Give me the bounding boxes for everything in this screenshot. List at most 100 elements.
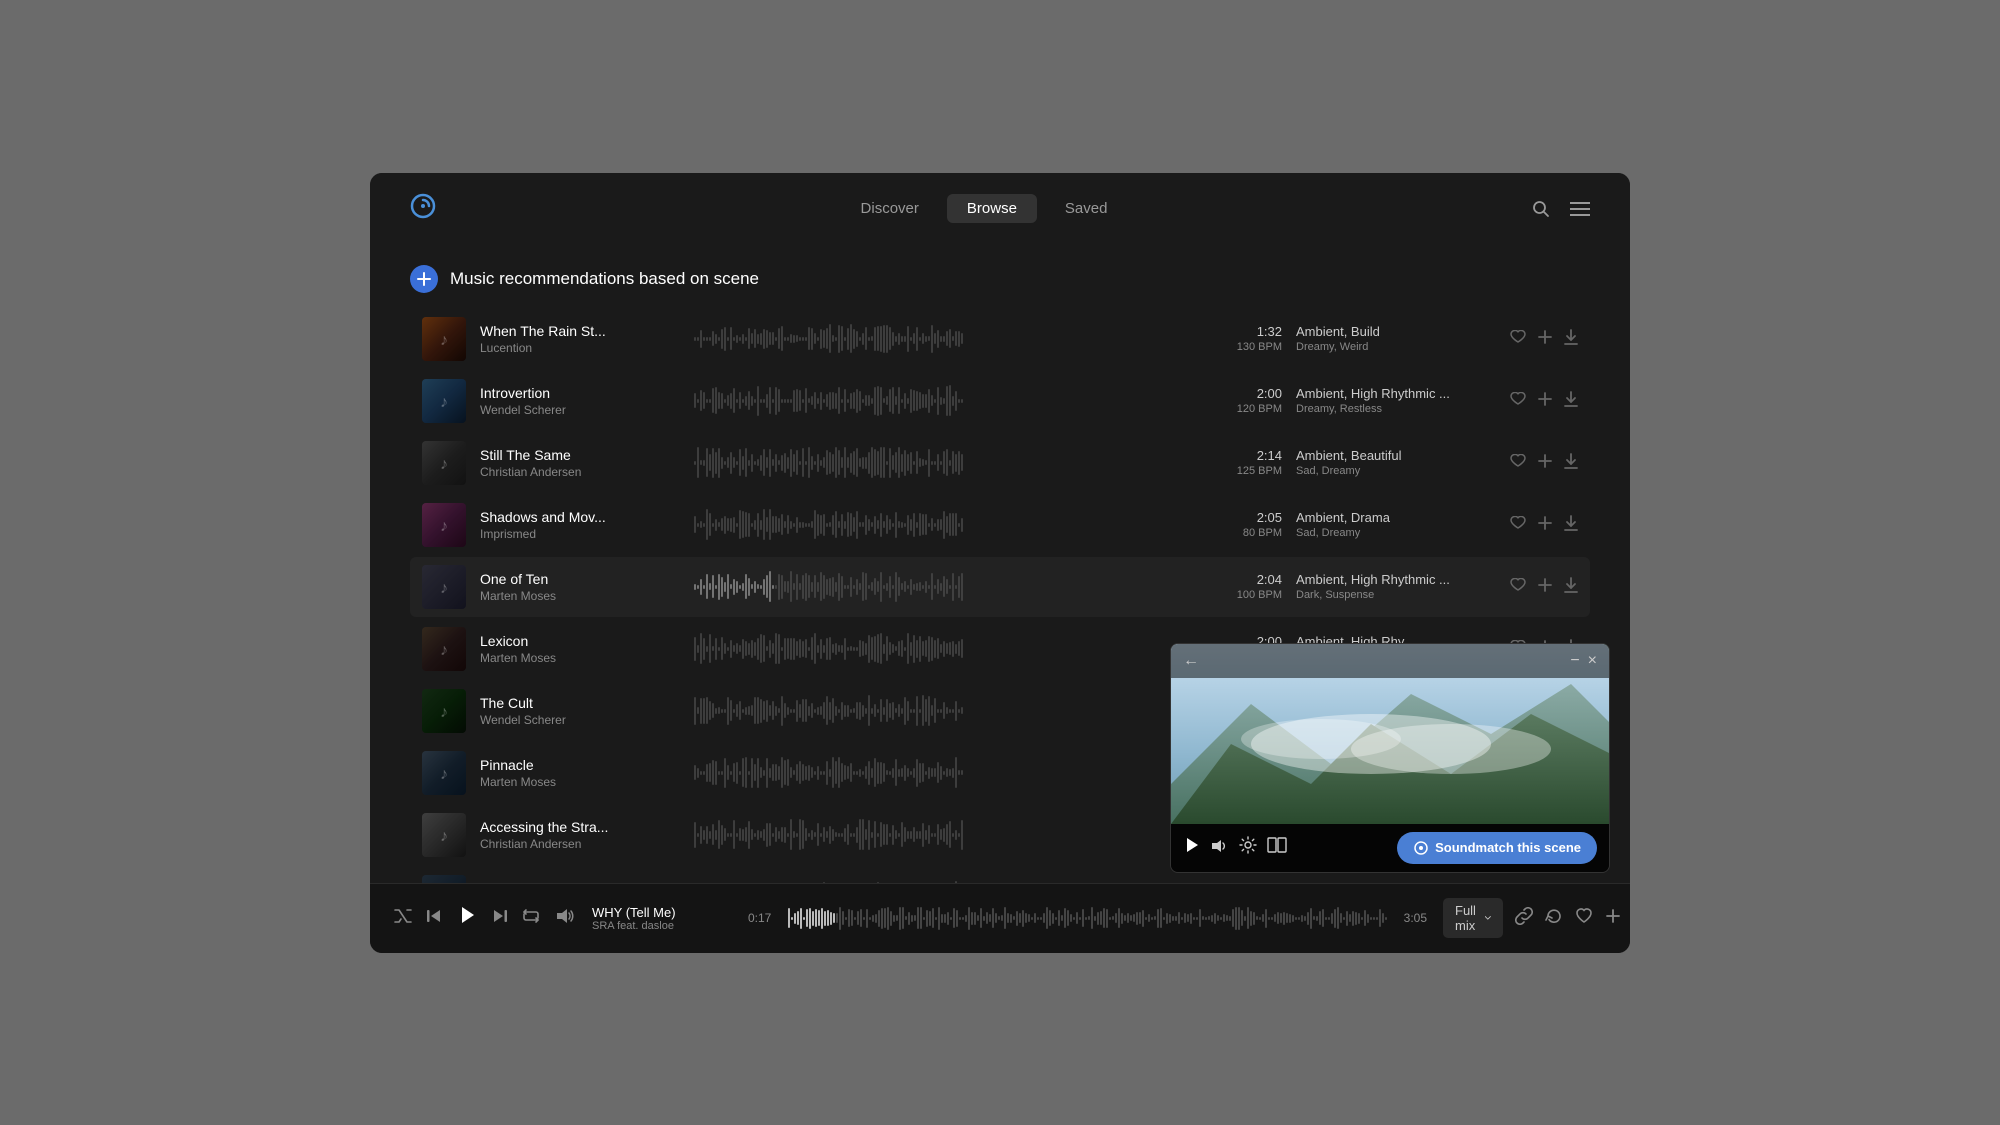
header-icons <box>1532 200 1590 218</box>
nav-saved[interactable]: Saved <box>1045 194 1128 223</box>
link-button[interactable] <box>1515 907 1533 930</box>
track-waveform <box>694 755 1188 791</box>
video-popup: ← − × <box>1170 643 1610 873</box>
track-name: Introvertion <box>480 385 680 401</box>
track-actions <box>1510 329 1578 349</box>
next-button[interactable] <box>492 908 508 929</box>
track-row[interactable]: ♪ Still The Same Christian Andersen 2:14… <box>410 433 1590 493</box>
bottom-player: WHY (Tell Me) SRA feat. dasloe 0:17 3:05… <box>370 883 1630 953</box>
player-timeline[interactable]: 0:17 3:05 <box>748 904 1427 932</box>
search-button[interactable] <box>1532 200 1550 218</box>
video-minimize-button[interactable]: − <box>1570 652 1579 670</box>
track-row[interactable]: ♪ One of Ten Marten Moses 2:04 100 BPM A… <box>410 557 1590 617</box>
volume-button[interactable] <box>556 908 576 929</box>
refresh-button[interactable] <box>1545 907 1563 930</box>
track-artist: Wendel Scherer <box>480 403 680 417</box>
track-duration: 1:32 130 BPM <box>1202 324 1282 353</box>
track-like-button[interactable] <box>1510 392 1526 410</box>
track-thumbnail: ♪ <box>422 317 466 361</box>
track-thumbnail: ♪ <box>422 689 466 733</box>
track-thumbnail: ♪ <box>422 503 466 547</box>
track-row[interactable]: ♪ When The Rain St... Lucention 1:32 130… <box>410 309 1590 369</box>
track-artist: Marten Moses <box>480 775 680 789</box>
track-add-button[interactable] <box>1538 516 1552 534</box>
track-download-button[interactable] <box>1564 577 1578 597</box>
track-actions <box>1510 391 1578 411</box>
track-name: Lexicon <box>480 633 680 649</box>
track-row[interactable]: ♪ Introvertion Wendel Scherer 2:00 120 B… <box>410 371 1590 431</box>
track-waveform <box>694 383 1188 419</box>
track-actions <box>1510 453 1578 473</box>
repeat-button[interactable] <box>522 908 540 929</box>
video-layout-button[interactable] <box>1267 837 1287 858</box>
track-name: The Cult <box>480 695 680 711</box>
track-tags: Ambient, High Rhythmic ... Dark, Suspens… <box>1296 572 1496 601</box>
mix-selector[interactable]: Full mix <box>1443 898 1503 938</box>
video-settings-button[interactable] <box>1239 836 1257 859</box>
play-button[interactable] <box>456 904 478 932</box>
track-info: Introvertion Wendel Scherer <box>480 385 680 417</box>
track-download-button[interactable] <box>1564 515 1578 535</box>
track-tags: Ambient, Build Dreamy, Weird <box>1296 324 1496 353</box>
track-artist: Marten Moses <box>480 589 680 603</box>
video-close-button[interactable]: × <box>1588 652 1597 670</box>
track-waveform <box>694 693 1188 729</box>
track-download-button[interactable] <box>1564 329 1578 349</box>
track-download-button[interactable] <box>1564 453 1578 473</box>
player-track-info: WHY (Tell Me) SRA feat. dasloe <box>592 905 732 932</box>
section-title: Music recommendations based on scene <box>450 269 759 289</box>
menu-button[interactable] <box>1570 202 1590 216</box>
video-popup-header: ← − × <box>1171 644 1609 678</box>
main-nav: Discover Browse Saved <box>841 194 1128 223</box>
track-row[interactable]: ♪ Shadows and Mov... Imprismed 2:05 80 B… <box>410 495 1590 555</box>
track-like-button[interactable] <box>1510 578 1526 596</box>
header: Discover Browse Saved <box>370 173 1630 245</box>
track-info: Lexicon Marten Moses <box>480 633 680 665</box>
svg-text:♪: ♪ <box>440 518 448 535</box>
current-time: 0:17 <box>748 911 778 925</box>
svg-text:♪: ♪ <box>440 766 448 783</box>
track-name: Pinnacle <box>480 757 680 773</box>
track-artist: Christian Andersen <box>480 837 680 851</box>
player-track-artist: SRA feat. dasloe <box>592 920 732 932</box>
video-back-button[interactable]: ← <box>1183 652 1199 670</box>
track-waveform <box>694 321 1188 357</box>
svg-text:♪: ♪ <box>440 580 448 597</box>
track-info: One of Ten Marten Moses <box>480 571 680 603</box>
video-volume-button[interactable] <box>1211 839 1229 856</box>
track-like-button[interactable] <box>1510 516 1526 534</box>
soundmatch-button[interactable]: Soundmatch this scene <box>1397 832 1597 864</box>
track-add-button[interactable] <box>1538 454 1552 472</box>
add-button[interactable] <box>1605 908 1621 929</box>
track-thumbnail: ♪ <box>422 875 466 883</box>
track-add-button[interactable] <box>1538 578 1552 596</box>
nav-browse[interactable]: Browse <box>947 194 1037 223</box>
track-add-button[interactable] <box>1538 392 1552 410</box>
track-name: One of Ten <box>480 571 680 587</box>
track-duration: 2:05 80 BPM <box>1202 510 1282 539</box>
track-like-button[interactable] <box>1510 330 1526 348</box>
track-thumbnail: ♪ <box>422 441 466 485</box>
track-like-button[interactable] <box>1510 454 1526 472</box>
section-header: Music recommendations based on scene <box>410 245 1590 309</box>
track-add-button[interactable] <box>1538 330 1552 348</box>
app-window: Discover Browse Saved <box>370 173 1630 953</box>
track-waveform <box>694 879 1188 883</box>
track-info: When The Rain St... Lucention <box>480 323 680 355</box>
prev-button[interactable] <box>426 908 442 929</box>
track-download-button[interactable] <box>1564 391 1578 411</box>
svg-text:♪: ♪ <box>440 642 448 659</box>
svg-text:♪: ♪ <box>440 332 448 349</box>
svg-text:♪: ♪ <box>440 704 448 721</box>
track-name: Shadows and Mov... <box>480 509 680 525</box>
nav-discover[interactable]: Discover <box>841 194 939 223</box>
track-name: Accessing the Stra... <box>480 819 680 835</box>
svg-text:♪: ♪ <box>440 456 448 473</box>
video-controls: Soundmatch this scene <box>1171 824 1609 872</box>
heart-button[interactable] <box>1575 908 1593 929</box>
track-info: Shadows and Mov... Imprismed <box>480 509 680 541</box>
track-artist: Christian Andersen <box>480 465 680 479</box>
video-play-button[interactable] <box>1183 836 1201 859</box>
shuffle-button[interactable] <box>394 909 412 928</box>
player-waveform <box>788 904 1387 932</box>
